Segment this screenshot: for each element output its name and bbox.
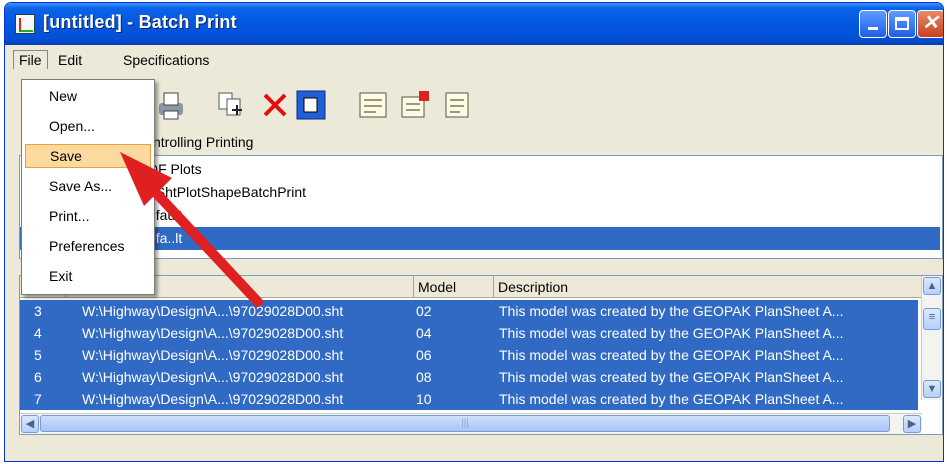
file-menu-dropdown: New Open... Save Save As... Print... Pre… [21,79,155,295]
add-icon[interactable] [215,89,247,121]
batch-print-app-icon [15,14,35,34]
close-icon: ✕ [922,12,939,34]
row-description: This model was created by the GEOPAK Pla… [499,325,844,341]
row-model: 04 [416,325,432,341]
scroll-left-icon[interactable]: ◀ [21,415,39,433]
minimize-icon [868,27,878,30]
vertical-scrollbar[interactable]: ▲ ≡ ▼ [921,276,942,400]
menu-file[interactable]: File [13,50,48,69]
row-file: W:\Highway\Design\A...\97029028D00.sht [82,347,344,363]
row-number: 5 [34,347,42,363]
row-description: This model was created by the GEOPAK Pla… [499,369,844,385]
table-row[interactable]: 7 W:\Highway\Design\A...\97029028D00.sht… [20,388,918,410]
scroll-up-icon[interactable]: ▲ [923,277,941,295]
delete-icon[interactable] [259,89,291,121]
maximize-icon [895,17,909,30]
row-model: 06 [416,347,432,363]
scroll-down-icon[interactable]: ▼ [923,380,941,398]
table-row[interactable]: 5 W:\Highway\Design\A...\97029028D00.sht… [20,344,918,366]
row-number: 7 [34,391,42,407]
controlling-printing-list[interactable]: DF Plots nShtPlotShapeBatchPrint efault … [19,155,943,259]
menu-edit[interactable]: Edit [53,50,87,70]
edit-properties-icon[interactable] [399,89,431,121]
column-header-description[interactable]: Description [494,276,922,298]
table-row[interactable]: 3 W:\Highway\Design\A...\97029028D00.sht… [20,300,918,322]
menu-item-save-as[interactable]: Save As... [25,174,151,198]
minimize-button[interactable] [859,10,887,38]
column-header-model[interactable]: Model [414,276,494,298]
list-item[interactable]: DF Plots [20,158,940,181]
row-number: 6 [34,369,42,385]
menu-item-open[interactable]: Open... [25,114,151,138]
row-number: 3 [34,303,42,319]
horizontal-scroll-thumb[interactable]: ||| [40,415,890,432]
select-icon[interactable] [295,89,327,121]
scroll-right-icon[interactable]: ▶ [903,415,921,433]
scroll-thumb[interactable]: ≡ [923,308,941,330]
menu-item-save[interactable]: Save [25,144,151,168]
row-description: This model was created by the GEOPAK Pla… [499,391,844,407]
menu-item-new[interactable]: New [25,84,151,108]
table-row[interactable]: 6 W:\Highway\Design\A...\97029028D00.sht… [20,366,918,388]
menu-bar: File Edit Specifications [5,47,943,71]
window-title: [untitled] - Batch Print [43,12,237,32]
close-button[interactable]: ✕ [917,10,943,38]
menu-item-exit[interactable]: Exit [25,264,151,288]
list-item[interactable]: efault [20,204,940,227]
horizontal-scrollbar[interactable]: ◀ ||| ▶ [20,413,922,434]
row-model: 02 [416,303,432,319]
row-model: 10 [416,391,432,407]
sheet-grid[interactable]: # File Model Description 3 W:\Highway\De… [19,275,943,435]
printer-icon[interactable] [155,89,187,121]
row-file: W:\Highway\Design\A...\97029028D00.sht [82,325,344,341]
title-bar[interactable]: [untitled] - Batch Print ✕ [5,3,943,45]
maximize-button[interactable] [888,10,916,38]
row-file: W:\Highway\Design\A...\97029028D00.sht [82,303,344,319]
list-item-selected[interactable]: efa..lt [20,227,940,250]
list-icon[interactable] [441,89,473,121]
row-model: 08 [416,369,432,385]
menu-specifications[interactable]: Specifications [118,50,214,70]
menu-item-print[interactable]: Print... [25,204,151,228]
controlling-printing-label: ntrolling Printing [153,134,254,150]
list-item[interactable]: nShtPlotShapeBatchPrint [20,181,940,204]
row-number: 4 [34,325,42,341]
table-row[interactable]: 4 W:\Highway\Design\A...\97029028D00.sht… [20,322,918,344]
row-file: W:\Highway\Design\A...\97029028D00.sht [82,369,344,385]
row-description: This model was created by the GEOPAK Pla… [499,303,844,319]
row-description: This model was created by the GEOPAK Pla… [499,347,844,363]
properties-icon[interactable] [357,89,389,121]
batch-print-window: [untitled] - Batch Print ✕ File Edit Spe… [4,2,944,462]
row-file: W:\Highway\Design\A...\97029028D00.sht [82,391,344,407]
menu-item-preferences[interactable]: Preferences [25,234,151,258]
